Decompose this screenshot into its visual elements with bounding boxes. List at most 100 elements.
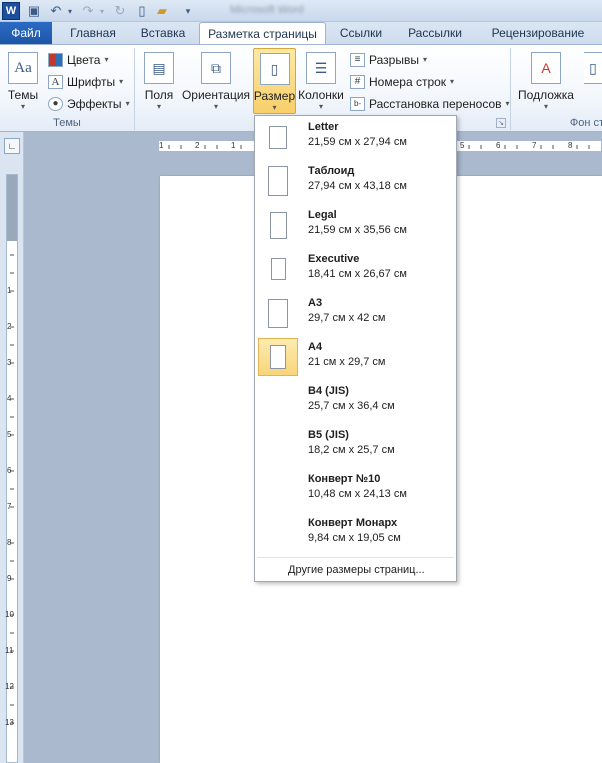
effects-icon: ● [48, 96, 63, 111]
ruler-label: 13 [5, 718, 14, 727]
chevron-down-icon: ▾ [505, 99, 510, 108]
size-option-b4-jis[interactable]: B4 (JIS) 25,7 см x 36,4 см [257, 381, 454, 425]
undo-dropdown-icon[interactable]: ▾ [62, 2, 78, 20]
size-option-legal[interactable]: Legal 21,59 см x 35,56 см [257, 205, 454, 249]
tab-references[interactable]: Ссылки [332, 22, 390, 44]
line-numbers-button[interactable]: # Номера строк ▾ [350, 72, 454, 91]
line-numbers-icon: # [350, 74, 365, 89]
breaks-icon: ≡ [350, 52, 365, 67]
group-label-themes: Темы [53, 117, 81, 129]
chevron-down-icon: ▾ [213, 102, 218, 111]
new-document-icon[interactable]: ▯ [134, 2, 150, 20]
ruler-label: 1 [231, 141, 236, 150]
size-option-a3[interactable]: A3 29,7 см x 42 см [257, 293, 454, 337]
ruler-label: 10 [5, 610, 14, 619]
orientation-button[interactable]: ⧉ Ориентация ▾ [182, 48, 250, 114]
colors-icon [48, 52, 63, 67]
chevron-down-icon: ▾ [450, 77, 455, 86]
watermark-button[interactable]: A Подложка ▾ [516, 48, 576, 114]
ruler-label: 2 [7, 322, 12, 331]
hyphenation-button[interactable]: b- Расстановка переносов ▾ [350, 94, 510, 113]
columns-button[interactable]: ☰ Колонки ▾ [298, 48, 344, 114]
chevron-down-icon: ▾ [119, 77, 124, 86]
ruler-label: 1 [159, 141, 164, 150]
tab-stop-selector-icon[interactable]: ∟ [4, 138, 20, 154]
size-option-letter[interactable]: Letter 21,59 см x 27,94 см [257, 117, 454, 161]
tab-mailings[interactable]: Рассылки [398, 22, 472, 44]
word-logo-icon[interactable]: W [2, 2, 20, 20]
ruler-label: 7 [532, 141, 537, 150]
margins-button[interactable]: ▤ Поля ▾ [140, 48, 178, 114]
page-icon [269, 125, 287, 149]
vertical-ruler [0, 132, 24, 763]
title-bar: W ▣ ↶ ▾ ↷ ▾ ↻ ▯ ▰ ▾ Microsoft Word [0, 0, 602, 22]
group-separator [134, 48, 135, 130]
page-size-menu: Letter 21,59 см x 27,94 см Таблоид 27,94… [254, 115, 457, 582]
tab-review[interactable]: Рецензирование [478, 22, 598, 44]
size-option-executive[interactable]: Executive 18,41 см x 26,67 см [257, 249, 454, 293]
menu-divider [257, 557, 454, 558]
chevron-down-icon: ▾ [104, 55, 109, 64]
ruler-label: 8 [7, 538, 12, 547]
page-icon [269, 211, 287, 239]
size-option-a4[interactable]: A4 21 см x 29,7 см [257, 337, 454, 381]
tab-insert[interactable]: Вставка [132, 22, 194, 44]
group-separator [510, 48, 511, 130]
size-option-envelope-monarch[interactable]: Конверт Монарх 9,84 см x 19,05 см [257, 513, 454, 557]
ruler-label: 6 [7, 466, 12, 475]
page-icon [268, 298, 288, 328]
repeat-icon[interactable]: ↻ [112, 2, 128, 20]
tab-page-layout[interactable]: Разметка страницы [199, 22, 326, 45]
orientation-icon: ⧉ [201, 52, 231, 84]
fonts-icon: A [48, 74, 63, 89]
hyphenation-icon: b- [350, 96, 365, 111]
chevron-down-icon: ▾ [543, 102, 548, 111]
watermark-icon: A [531, 52, 561, 84]
columns-icon: ☰ [306, 52, 336, 84]
ruler-label: 1 [7, 286, 12, 295]
chevron-down-icon: ▾ [422, 55, 427, 64]
themes-button[interactable]: Aa Темы ▾ [4, 48, 42, 114]
tab-file[interactable]: Файл [0, 22, 52, 44]
page-setup-launcher-icon[interactable]: ↘ [496, 118, 506, 128]
save-icon[interactable]: ▣ [26, 2, 42, 20]
ruler-label: 3 [7, 358, 12, 367]
group-label-background: Фон стр [569, 117, 602, 129]
window-title: Microsoft Word [230, 4, 304, 16]
ruler-label: 2 [195, 141, 200, 150]
chevron-down-icon: ▾ [318, 102, 323, 111]
more-page-sizes-item[interactable]: Другие размеры страниц... [288, 564, 425, 576]
ruler-label: 5 [7, 430, 12, 439]
ruler-label: 12 [5, 682, 14, 691]
themes-icon: Aa [8, 52, 38, 84]
margins-icon: ▤ [144, 52, 174, 84]
ruler-label: 6 [496, 141, 501, 150]
chevron-down-icon: ▾ [125, 99, 130, 108]
page-color-icon: ▯ [584, 52, 602, 84]
page-icon [270, 345, 286, 369]
page-color-button[interactable]: ▯ [584, 48, 602, 114]
ruler-label: 8 [568, 141, 573, 150]
ruler-label: 4 [7, 394, 12, 403]
redo-dropdown-icon[interactable]: ▾ [94, 2, 110, 20]
chevron-down-icon: ▾ [156, 102, 161, 111]
tab-home[interactable]: Главная [60, 22, 126, 44]
theme-fonts-button[interactable]: A Шрифты ▾ [48, 72, 123, 91]
ribbon-tabs: Файл Главная Вставка Разметка страницы С… [0, 22, 602, 45]
size-option-envelope-10[interactable]: Конверт №10 10,48 см x 24,13 см [257, 469, 454, 513]
chevron-down-icon: ▾ [20, 102, 25, 111]
ruler-label: 5 [460, 141, 465, 150]
customize-toolbar-icon[interactable]: ▾ [180, 2, 196, 20]
size-option-tabloid[interactable]: Таблоид 27,94 см x 43,18 см [257, 161, 454, 205]
page-icon [268, 166, 288, 196]
size-button[interactable]: ▯ Размер ▾ [253, 48, 296, 114]
breaks-button[interactable]: ≡ Разрывы ▾ [350, 50, 427, 69]
theme-colors-button[interactable]: Цвета ▾ [48, 50, 108, 69]
page-icon [270, 258, 286, 280]
ruler-label: 7 [7, 502, 12, 511]
theme-effects-button[interactable]: ● Эффекты ▾ [48, 94, 130, 113]
size-option-b5-jis[interactable]: B5 (JIS) 18,2 см x 25,7 см [257, 425, 454, 469]
page-size-icon: ▯ [259, 53, 290, 85]
ruler-label: 9 [7, 574, 12, 583]
open-folder-icon[interactable]: ▰ [154, 2, 170, 20]
